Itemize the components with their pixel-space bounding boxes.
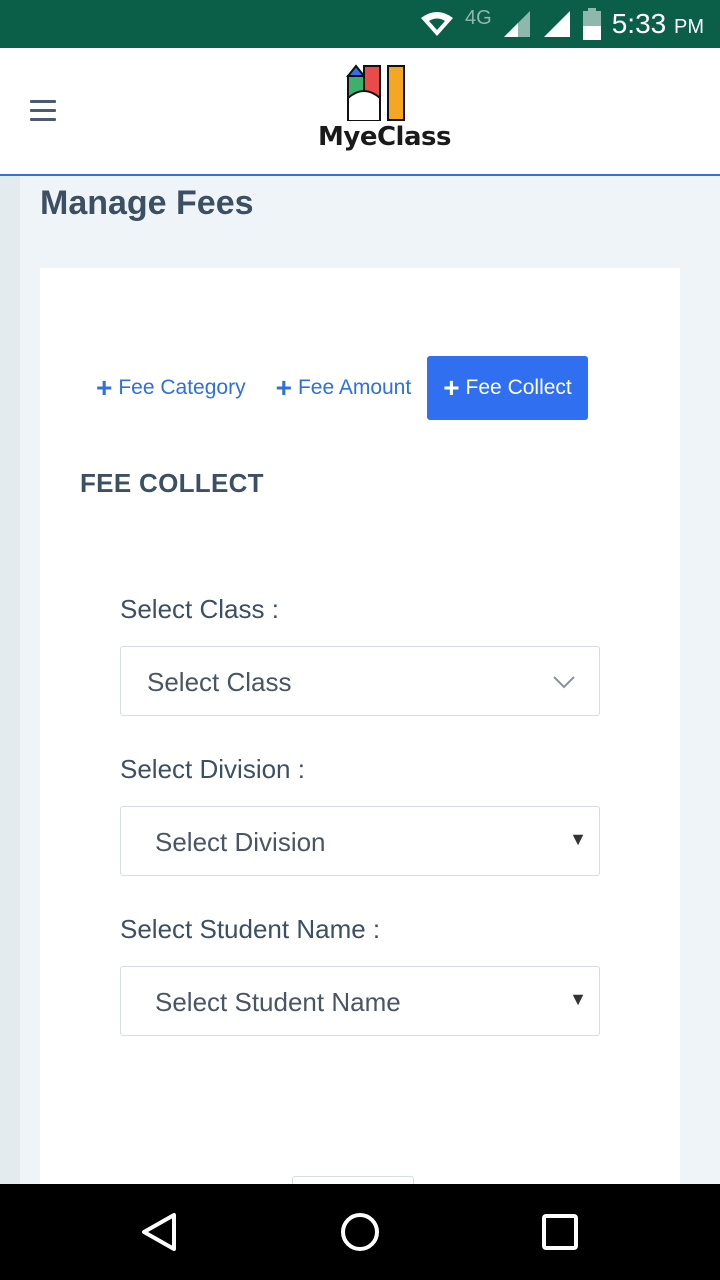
class-select[interactable]: Select Class bbox=[120, 646, 600, 716]
tab-label: Fee Collect bbox=[465, 376, 572, 399]
app-header: MyeClass bbox=[0, 48, 720, 176]
status-bar: 4G 5:33 PM bbox=[0, 0, 720, 48]
division-select-value: Select Division bbox=[155, 827, 326, 857]
sidebar-edge bbox=[0, 176, 20, 1184]
plus-icon: + bbox=[96, 372, 113, 403]
section-heading: FEE COLLECT bbox=[80, 468, 264, 498]
tab-fee-collect[interactable]: + Fee Collect bbox=[427, 356, 588, 420]
plus-icon: + bbox=[443, 372, 460, 403]
back-icon[interactable] bbox=[138, 1210, 182, 1254]
tab-fee-category[interactable]: + Fee Category bbox=[96, 356, 262, 420]
tab-fee-amount[interactable]: + Fee Amount bbox=[276, 356, 428, 420]
brand-name: MyeClass bbox=[318, 122, 451, 152]
recents-icon[interactable] bbox=[538, 1210, 582, 1254]
student-select[interactable]: Select Student Name ▼ bbox=[120, 966, 600, 1036]
page-title: Manage Fees bbox=[40, 184, 254, 222]
battery-icon bbox=[582, 8, 601, 40]
brand-logo: MyeClass bbox=[318, 62, 451, 162]
fee-tabs: + Fee Category + Fee Amount + Fee Collec… bbox=[96, 356, 588, 420]
division-select[interactable]: Select Division ▼ bbox=[120, 806, 600, 876]
signal-icon bbox=[543, 11, 570, 37]
plus-icon: + bbox=[275, 372, 292, 403]
network-type-label: 4G bbox=[465, 6, 492, 29]
dropdown-arrow-icon: ▼ bbox=[569, 989, 587, 1009]
clock: 5:33 PM bbox=[611, 8, 704, 39]
fees-card: + Fee Category + Fee Amount + Fee Collec… bbox=[40, 268, 680, 1197]
signal-icon bbox=[503, 11, 530, 37]
class-select-value: Select Class bbox=[147, 667, 292, 697]
hamburger-icon[interactable] bbox=[30, 100, 58, 122]
tab-label: Fee Amount bbox=[297, 376, 412, 399]
student-label: Select Student Name : bbox=[120, 914, 381, 944]
logo-buildings-icon bbox=[345, 64, 405, 121]
wifi-icon bbox=[421, 12, 454, 36]
tab-label: Fee Category bbox=[118, 376, 246, 399]
class-label: Select Class : bbox=[120, 594, 279, 624]
dropdown-arrow-icon: ▼ bbox=[569, 829, 587, 849]
division-label: Select Division : bbox=[120, 754, 305, 784]
student-select-value: Select Student Name bbox=[155, 987, 401, 1017]
chevron-down-icon bbox=[553, 676, 575, 689]
home-icon[interactable] bbox=[338, 1210, 382, 1254]
navigation-bar bbox=[0, 1184, 720, 1280]
